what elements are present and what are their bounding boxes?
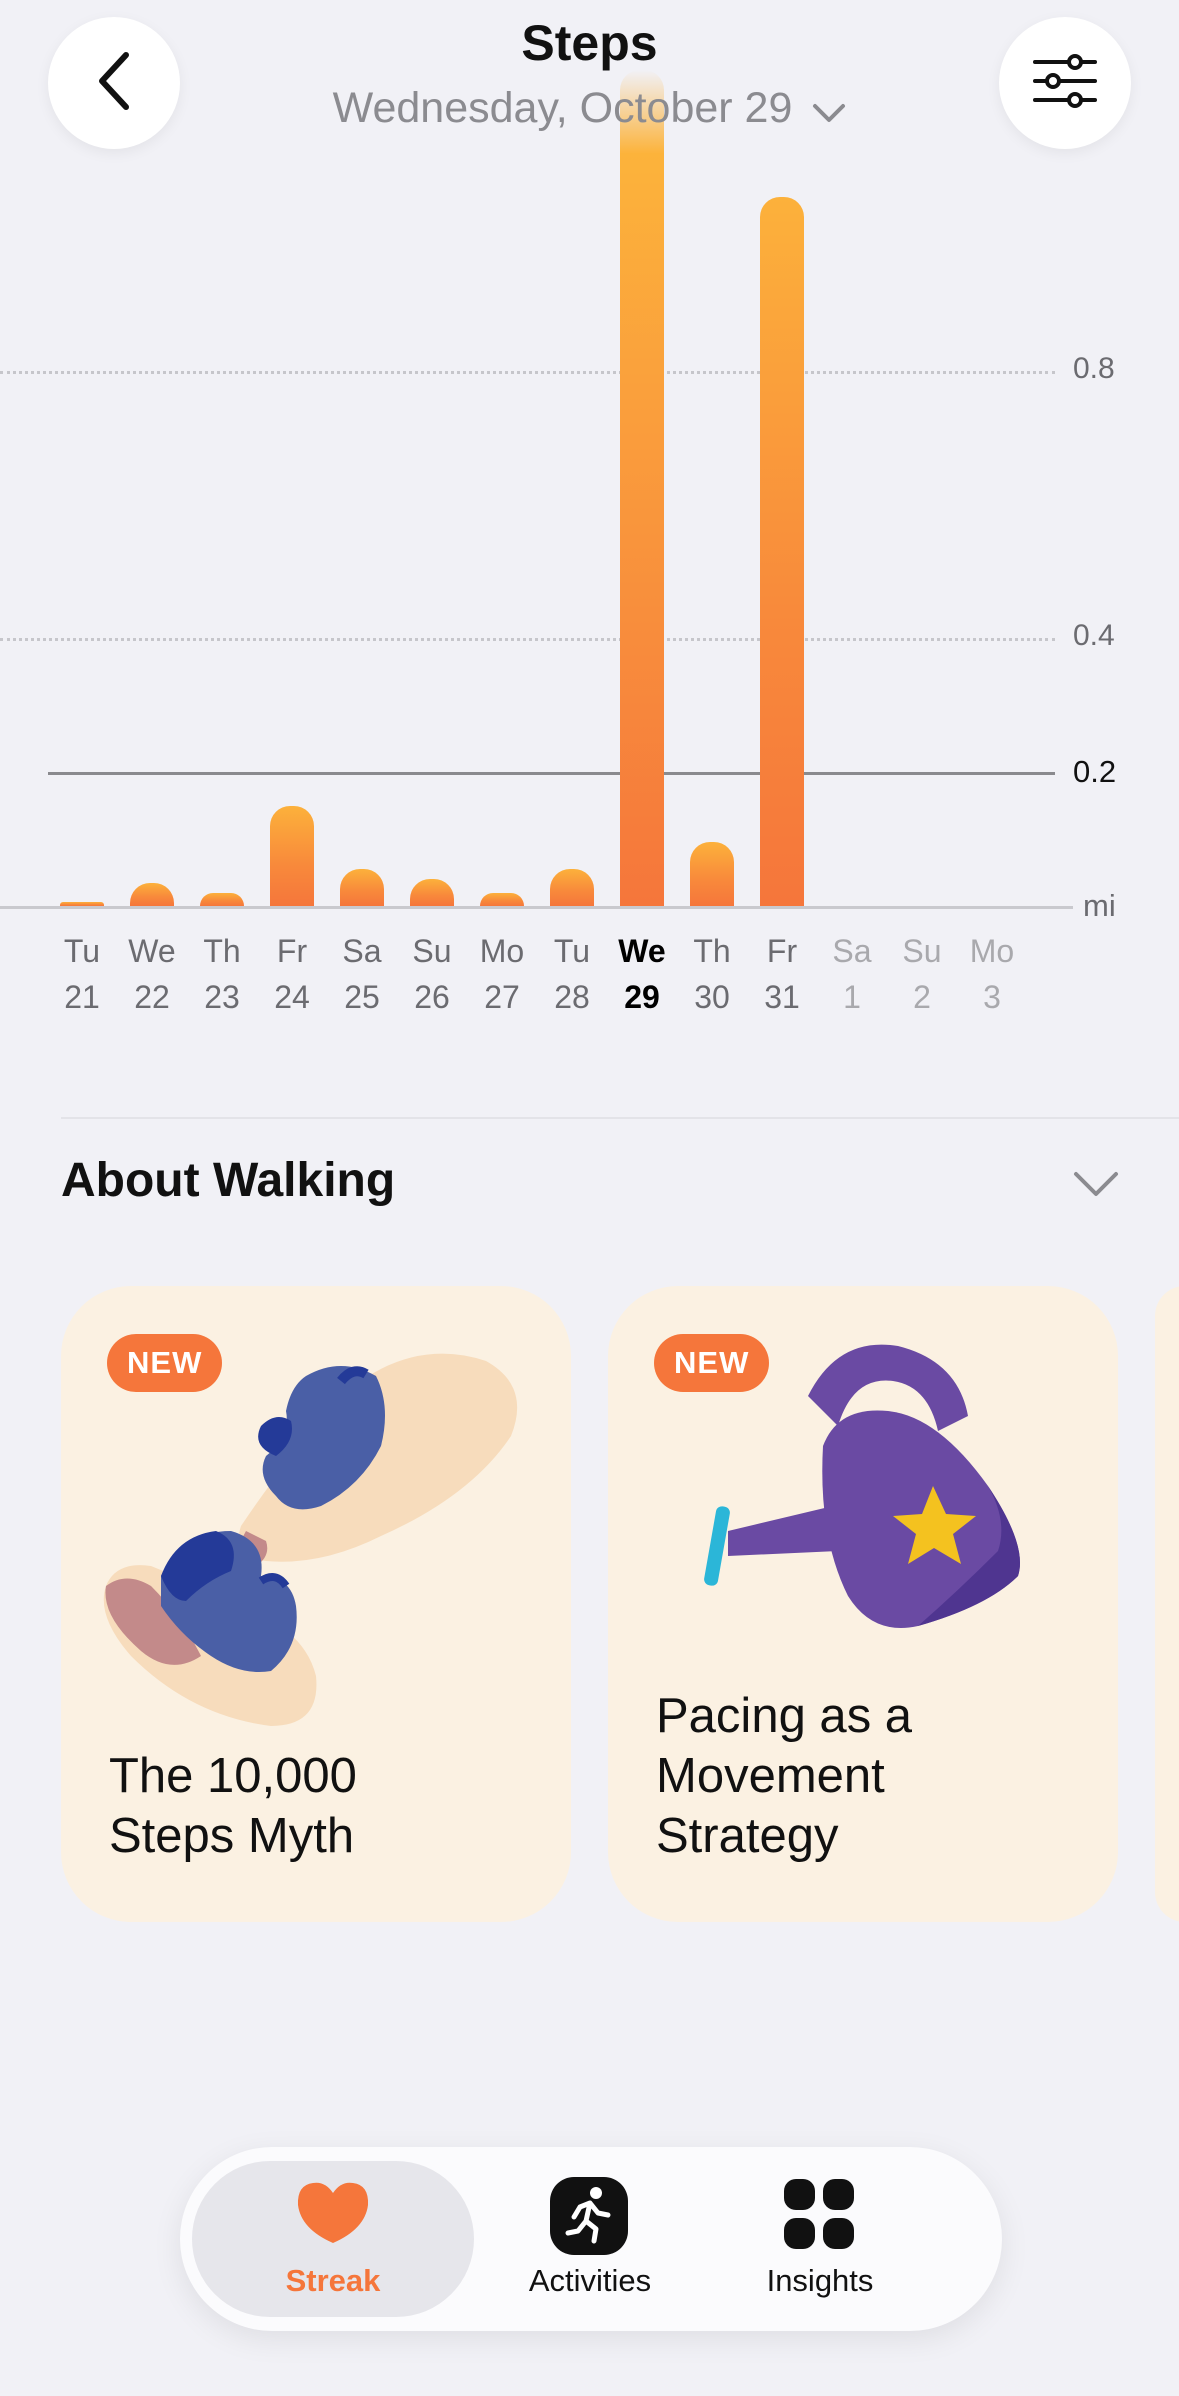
sneakers-illustration (103, 1353, 518, 1726)
x-tick-label: We 29 (607, 928, 677, 1020)
x-tick-day: Tu (63, 933, 101, 969)
x-tick-label: Sa 1 (817, 928, 887, 1020)
x-tick-day: Th (693, 933, 731, 969)
x-tick-day: We (128, 933, 176, 969)
x-tick-date: 28 (554, 979, 590, 1015)
running-icon (550, 2177, 628, 2260)
bar-th-23[interactable] (200, 892, 244, 906)
y-tick-0-8: 0.8 (1073, 352, 1115, 385)
x-tick-label: Fr 31 (747, 928, 817, 1020)
x-tick-label: Sa 25 (327, 928, 397, 1020)
bar-su-26[interactable] (410, 879, 454, 906)
unit-label: mi (1083, 888, 1116, 923)
section-title: About Walking (61, 1154, 396, 1207)
card-title-line: Pacing as a (656, 1689, 913, 1743)
x-tick-date: 26 (414, 979, 450, 1015)
x-tick-date: 25 (344, 979, 380, 1015)
tab-label: Streak (285, 2263, 381, 2298)
filter-button[interactable] (999, 17, 1131, 149)
x-tick-date: 23 (204, 979, 240, 1015)
x-tick-label: We 22 (117, 928, 187, 1020)
x-tick-day: Sa (342, 933, 382, 969)
sliders-icon (1033, 53, 1097, 113)
x-tick-day: Mo (479, 933, 525, 969)
x-tick-date: 2 (913, 979, 931, 1015)
tab-bar: Streak Activities Insights (180, 2147, 1002, 2331)
watering-can-illustration (704, 1344, 1020, 1628)
card-title-line: The 10,000 (109, 1749, 357, 1803)
x-tick-date: 30 (694, 979, 730, 1015)
tab-activities[interactable]: Activities (480, 2147, 700, 2331)
x-tick-label: Th 23 (187, 928, 257, 1020)
gridline-0-8 (0, 371, 1055, 374)
bar-fr-24[interactable] (270, 805, 314, 906)
card-title-line: Steps Myth (109, 1809, 355, 1863)
chevron-down-icon[interactable] (1072, 1170, 1120, 1205)
goal-line (48, 772, 1055, 775)
card-title: The 10,000 Steps Myth (109, 1746, 357, 1866)
bar-we-22[interactable] (130, 882, 174, 906)
x-tick-date: 22 (134, 979, 170, 1015)
date-label: Wednesday, October 29 (332, 84, 793, 132)
article-card-partial[interactable] (1155, 1286, 1179, 1922)
back-button[interactable] (48, 17, 180, 149)
x-tick-day: Fr (276, 933, 308, 969)
x-tick-day: Mo (969, 933, 1015, 969)
section-divider (61, 1117, 1179, 1119)
x-tick-label: Fr 24 (257, 928, 327, 1020)
x-tick-label: Su 2 (887, 928, 957, 1020)
x-tick-date: 31 (764, 979, 800, 1015)
chevron-down-icon (812, 86, 846, 135)
bar-sa-25[interactable] (340, 869, 384, 906)
x-tick-day: Th (203, 933, 241, 969)
x-tick-label: Mo 3 (957, 928, 1027, 1020)
card-title: Pacing as a Movement Strategy (656, 1686, 912, 1866)
tab-label: Activities (528, 2263, 652, 2298)
bar-tu-28[interactable] (550, 869, 594, 906)
y-tick-0-4: 0.4 (1073, 619, 1115, 652)
x-tick-label: Th 30 (677, 928, 747, 1020)
x-tick-day: Fr (766, 933, 798, 969)
heart-icon (295, 2179, 371, 2250)
x-tick-day: Sa (832, 933, 872, 969)
x-tick-day: Tu (553, 933, 591, 969)
bar-we-29[interactable] (620, 70, 664, 906)
bar-mo-27[interactable] (480, 892, 524, 906)
x-tick-date: 1 (843, 979, 861, 1015)
card-title-line: Movement (656, 1749, 885, 1803)
steps-chart[interactable]: 0.8 0.4 0.2 mi Tu 21 We 22 Th 23 Fr 24 Sa 25 Su 26 M… (0, 0, 1179, 1040)
x-tick-date: 29 (624, 979, 660, 1015)
x-tick-date: 3 (983, 979, 1001, 1015)
x-tick-date: 21 (64, 979, 100, 1015)
bar-th-30[interactable] (690, 842, 734, 906)
x-tick-label: Tu 21 (47, 928, 117, 1020)
tab-label: Insights (766, 2263, 874, 2298)
tab-streak[interactable]: Streak (192, 2147, 474, 2331)
x-tick-date: 24 (274, 979, 310, 1015)
x-tick-day: We (618, 933, 666, 969)
x-tick-day: Su (412, 933, 452, 969)
x-tick-label: Mo 27 (467, 928, 537, 1020)
x-tick-day: Su (902, 933, 942, 969)
gridline-0-4 (0, 638, 1055, 641)
x-tick-date: 27 (484, 979, 520, 1015)
card-title-line: Strategy (656, 1809, 839, 1863)
chart-baseline (0, 906, 1073, 909)
x-tick-label: Tu 28 (537, 928, 607, 1020)
grid-icon (784, 2179, 854, 2254)
x-tick-label: Su 26 (397, 928, 467, 1020)
tab-insights[interactable]: Insights (710, 2147, 930, 2331)
bar-fr-31[interactable] (760, 197, 804, 906)
article-card-pacing[interactable]: NEW Pacing as a Movement Strategy (608, 1286, 1118, 1922)
chevron-left-icon (94, 51, 134, 116)
article-card-steps-myth[interactable]: NEW The 10,000 Steps Myth (61, 1286, 571, 1922)
goal-label: 0.2 (1073, 754, 1117, 789)
